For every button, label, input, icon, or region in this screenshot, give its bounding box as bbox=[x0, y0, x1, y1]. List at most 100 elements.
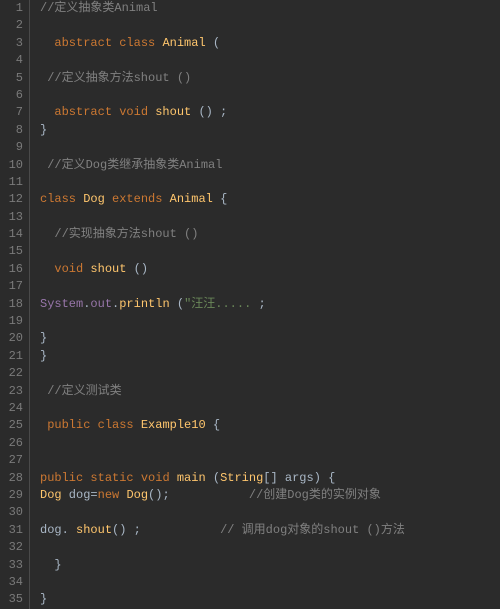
code-token: } bbox=[40, 349, 47, 363]
line-number: 1 bbox=[0, 0, 23, 17]
code-line: abstract class Animal ( bbox=[40, 35, 500, 52]
line-number: 21 bbox=[0, 348, 23, 365]
line-number: 22 bbox=[0, 365, 23, 382]
code-token: class bbox=[40, 192, 76, 206]
code-token: out bbox=[90, 297, 112, 311]
code-token: public bbox=[47, 418, 90, 432]
code-token bbox=[105, 192, 112, 206]
code-editor: 1234567891011121314151617181920212223242… bbox=[0, 0, 500, 609]
line-number: 13 bbox=[0, 209, 23, 226]
code-token: // 调用dog对象的shout ()方法 bbox=[220, 523, 405, 537]
code-line bbox=[40, 504, 500, 521]
code-line: System.out.println ("汪汪..... ; bbox=[40, 296, 500, 313]
code-token: Example10 bbox=[141, 418, 206, 432]
code-line: } bbox=[40, 557, 500, 574]
code-content: //定义抽象类Animal abstract class Animal ( //… bbox=[30, 0, 500, 609]
code-token bbox=[90, 418, 97, 432]
code-line bbox=[40, 365, 500, 382]
code-token: { bbox=[213, 192, 227, 206]
line-number: 25 bbox=[0, 417, 23, 434]
line-number: 11 bbox=[0, 174, 23, 191]
code-token bbox=[40, 36, 54, 50]
line-number: 19 bbox=[0, 313, 23, 330]
line-number: 14 bbox=[0, 226, 23, 243]
code-token bbox=[134, 418, 141, 432]
code-token: abstract bbox=[54, 105, 112, 119]
code-token: //实现抽象方法shout () bbox=[54, 227, 198, 241]
code-line: abstract void shout () ; bbox=[40, 104, 500, 121]
code-token: Dog bbox=[40, 488, 62, 502]
code-token: extends bbox=[112, 192, 162, 206]
code-line bbox=[40, 452, 500, 469]
code-line bbox=[40, 139, 500, 156]
code-token: [] args) { bbox=[263, 471, 335, 485]
line-number: 16 bbox=[0, 261, 23, 278]
code-token: //创建Dog类的实例对象 bbox=[249, 488, 381, 502]
line-number: 32 bbox=[0, 539, 23, 556]
code-line bbox=[40, 209, 500, 226]
code-line: dog. shout() ; // 调用dog对象的shout ()方法 bbox=[40, 522, 500, 539]
code-line bbox=[40, 243, 500, 260]
code-line: //实现抽象方法shout () bbox=[40, 226, 500, 243]
code-token: ( bbox=[170, 297, 184, 311]
line-number: 2 bbox=[0, 17, 23, 34]
code-line bbox=[40, 400, 500, 417]
code-token: println bbox=[119, 297, 169, 311]
code-line bbox=[40, 313, 500, 330]
code-token: //定义Dog类继承抽象类Animal bbox=[47, 158, 222, 172]
line-number: 31 bbox=[0, 522, 23, 539]
code-line: } bbox=[40, 330, 500, 347]
line-number: 4 bbox=[0, 52, 23, 69]
code-token: void bbox=[54, 262, 83, 276]
line-number: 24 bbox=[0, 400, 23, 417]
code-token: class bbox=[119, 36, 155, 50]
code-line: //定义抽象类Animal bbox=[40, 0, 500, 17]
code-line: void shout () bbox=[40, 261, 500, 278]
code-token bbox=[40, 227, 54, 241]
code-token: } bbox=[40, 331, 47, 345]
code-token: ( bbox=[206, 471, 220, 485]
code-line: Dog dog=new Dog(); //创建Dog类的实例对象 bbox=[40, 487, 500, 504]
code-token: () bbox=[126, 262, 148, 276]
code-token: shout bbox=[155, 105, 191, 119]
code-line: } bbox=[40, 591, 500, 608]
code-token: shout bbox=[76, 523, 112, 537]
code-token: (); bbox=[148, 488, 249, 502]
line-number: 17 bbox=[0, 278, 23, 295]
code-line bbox=[40, 278, 500, 295]
code-token bbox=[170, 471, 177, 485]
code-line bbox=[40, 539, 500, 556]
line-number: 15 bbox=[0, 243, 23, 260]
code-line: //定义测试类 bbox=[40, 383, 500, 400]
code-token: class bbox=[98, 418, 134, 432]
line-number: 30 bbox=[0, 504, 23, 521]
line-number: 7 bbox=[0, 104, 23, 121]
line-number: 34 bbox=[0, 574, 23, 591]
code-token: () ; bbox=[112, 523, 220, 537]
code-token: String bbox=[220, 471, 263, 485]
line-number: 9 bbox=[0, 139, 23, 156]
code-token: shout bbox=[90, 262, 126, 276]
code-line bbox=[40, 52, 500, 69]
code-token: main bbox=[177, 471, 206, 485]
code-line: //定义Dog类继承抽象类Animal bbox=[40, 157, 500, 174]
line-number: 18 bbox=[0, 296, 23, 313]
code-token: void bbox=[141, 471, 170, 485]
line-number: 26 bbox=[0, 435, 23, 452]
code-token: //定义抽象方法shout () bbox=[47, 71, 191, 85]
line-number: 5 bbox=[0, 70, 23, 87]
code-line bbox=[40, 17, 500, 34]
code-token: { bbox=[206, 418, 220, 432]
line-number: 33 bbox=[0, 557, 23, 574]
line-number: 3 bbox=[0, 35, 23, 52]
code-token: } bbox=[40, 123, 47, 137]
code-line: public static void main (String[] args) … bbox=[40, 470, 500, 487]
line-number: 28 bbox=[0, 470, 23, 487]
code-token: new bbox=[98, 488, 120, 502]
code-token: () ; bbox=[191, 105, 227, 119]
line-number: 27 bbox=[0, 452, 23, 469]
code-line bbox=[40, 574, 500, 591]
line-number: 6 bbox=[0, 87, 23, 104]
line-number: 12 bbox=[0, 191, 23, 208]
code-line: class Dog extends Animal { bbox=[40, 191, 500, 208]
